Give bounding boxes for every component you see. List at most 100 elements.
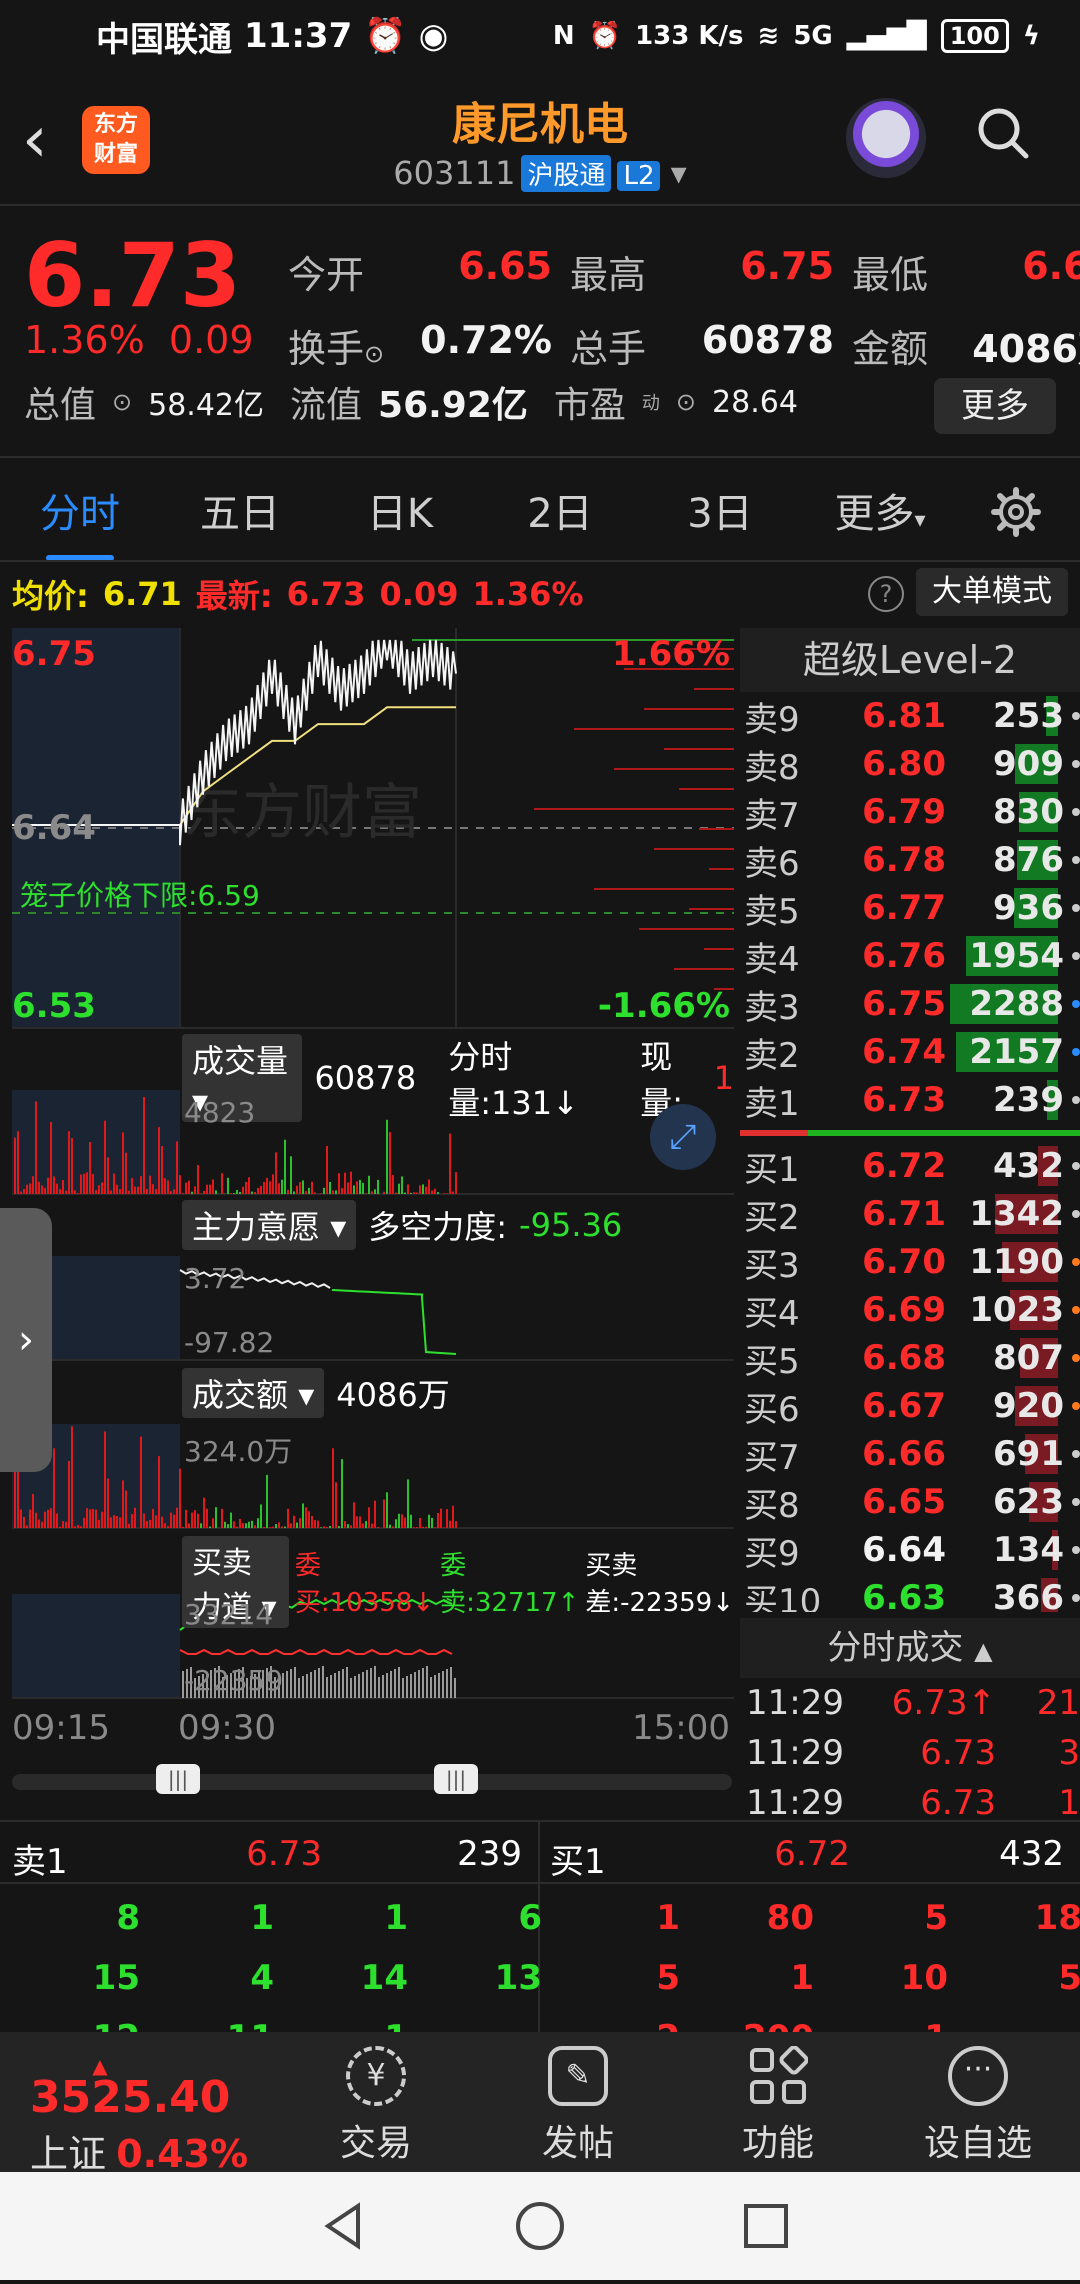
ticks-header[interactable]: 分时成交 ▲ — [740, 1618, 1080, 1678]
ask-row[interactable]: 卖96.81253 — [740, 692, 1080, 740]
queue-order-size: 8 — [40, 1898, 140, 1938]
nav-functions[interactable]: 功能 — [708, 2046, 848, 2166]
bid-volume: 432 — [946, 1146, 1064, 1186]
intraday-chart-area[interactable]: 东方财富 6.75 6.64 6.53 1.66% -1.66% 笼子价格下限:… — [12, 628, 734, 1778]
bid-row[interactable]: 买36.701190 — [740, 1238, 1080, 1286]
bid-row[interactable]: 买76.66691 — [740, 1430, 1080, 1478]
bar — [410, 1515, 412, 1528]
bar — [158, 1456, 160, 1528]
bid-row[interactable]: 买46.691023 — [740, 1286, 1080, 1334]
tab-daily-k[interactable]: 日K — [320, 481, 480, 539]
bar — [452, 1506, 454, 1528]
ask-indicator-dot — [1072, 1048, 1080, 1056]
tab-two-day[interactable]: 2日 — [480, 481, 640, 539]
bar — [287, 1190, 289, 1194]
bar — [344, 1521, 346, 1528]
robot-assistant-icon[interactable] — [846, 98, 926, 178]
ask-row[interactable]: 卖46.761954 — [740, 932, 1080, 980]
ask-row[interactable]: 卖66.78876 — [740, 836, 1080, 884]
home-icon[interactable] — [518, 2204, 562, 2248]
bar — [146, 1189, 148, 1194]
ask-row[interactable]: 卖56.77936 — [740, 884, 1080, 932]
bid-row[interactable]: 买106.63366 — [740, 1574, 1080, 1612]
side-drawer-handle[interactable]: › — [0, 1208, 52, 1472]
tick-row: 11:296.73↑21 — [740, 1678, 1080, 1728]
open-label: 今开 — [288, 244, 364, 299]
bar — [71, 1426, 73, 1528]
bar — [137, 1187, 139, 1194]
bar — [116, 1185, 118, 1194]
ask-level-label: 卖9 — [740, 692, 826, 741]
nav-watchlist[interactable]: ··· 设自选 — [908, 2046, 1048, 2166]
buy-sell-bottom: -22359 — [184, 1664, 283, 1697]
bid-row[interactable]: 买16.72432 — [740, 1142, 1080, 1190]
time-range-slider[interactable]: ||| ||| — [12, 1774, 732, 1790]
diff-bar — [454, 1678, 456, 1698]
slider-handle-left[interactable]: ||| — [156, 1764, 200, 1794]
bar — [41, 1185, 43, 1194]
bar — [347, 1183, 349, 1194]
bar — [287, 1509, 289, 1528]
system-nav-bar — [0, 2172, 1080, 2280]
main-force-selector[interactable]: 主力意愿 ▾ — [182, 1200, 356, 1250]
ask-volume: 2157 — [946, 1032, 1064, 1072]
nav-trade[interactable]: ¥ 交易 — [306, 2046, 446, 2166]
ask-level-label: 卖5 — [740, 884, 826, 933]
bar — [395, 1193, 397, 1194]
bar — [98, 1185, 100, 1194]
info-icon[interactable]: ⊙ — [676, 388, 696, 416]
bar — [413, 1192, 415, 1194]
ask-row[interactable]: 卖76.79830 — [740, 788, 1080, 836]
bar — [368, 1507, 370, 1528]
amount-selector[interactable]: 成交额 ▾ — [182, 1368, 324, 1418]
ask-row[interactable]: 卖16.73239 — [740, 1076, 1080, 1124]
expand-icon[interactable]: ⤢ — [650, 1104, 716, 1170]
bid-level-label: 买5 — [740, 1334, 826, 1383]
help-icon[interactable]: ? — [868, 576, 904, 612]
amount-header: 成交额 ▾ 4086万 — [182, 1368, 450, 1418]
bid-row[interactable]: 买26.711342 — [740, 1190, 1080, 1238]
gear-icon[interactable] — [990, 486, 1042, 538]
info-icon[interactable]: ⊙ — [112, 388, 132, 416]
bar — [359, 1180, 361, 1194]
search-icon[interactable] — [976, 106, 1030, 160]
nav-post[interactable]: ✎ 发帖 — [508, 2046, 648, 2166]
pe-value: 28.64 — [712, 385, 798, 420]
change-percent: 1.36% — [24, 318, 145, 362]
bar — [236, 1190, 238, 1194]
bid-row[interactable]: 买86.65623 — [740, 1478, 1080, 1526]
ask-row[interactable]: 卖36.752288 — [740, 980, 1080, 1028]
ask-price: 6.77 — [826, 888, 946, 928]
diff-bar — [398, 1667, 400, 1698]
bar — [239, 1519, 241, 1528]
sell-orders: 委卖:32717↑ — [440, 1545, 579, 1619]
big-order-mode-button[interactable]: 大单模式 — [916, 568, 1068, 616]
bar — [323, 1526, 325, 1528]
ask-volume: 830 — [946, 792, 1064, 832]
bar — [143, 1097, 145, 1194]
ask-price: 6.75 — [826, 984, 946, 1024]
bar — [17, 1131, 19, 1194]
bar — [17, 1464, 19, 1528]
ask-row[interactable]: 卖86.80909 — [740, 740, 1080, 788]
bar — [389, 1132, 391, 1194]
recents-icon[interactable] — [746, 2206, 786, 2246]
bid-row[interactable]: 买96.64134 — [740, 1526, 1080, 1574]
ask-row[interactable]: 卖26.742157 — [740, 1028, 1080, 1076]
bid-row[interactable]: 买66.67920 — [740, 1382, 1080, 1430]
bid-row[interactable]: 买56.68807 — [740, 1334, 1080, 1382]
depth-bar — [654, 848, 734, 850]
back-icon[interactable] — [328, 2206, 358, 2246]
more-button[interactable]: 更多 — [934, 378, 1056, 434]
pe-dynamic-mark: 动 — [642, 389, 660, 415]
slider-handle-right[interactable]: ||| — [434, 1764, 478, 1794]
bar — [311, 1516, 313, 1528]
tab-more[interactable]: 更多▾ — [800, 481, 960, 539]
bar — [419, 1185, 421, 1194]
index-widget[interactable]: ▲ 3525.40 上证 0.43% — [30, 2060, 248, 2178]
tab-intraday[interactable]: 分时 — [0, 481, 160, 539]
info-icon[interactable]: ⊙ — [364, 340, 384, 368]
tab-three-day[interactable]: 3日 — [640, 481, 800, 539]
force-value: -95.36 — [519, 1206, 622, 1244]
tab-five-day[interactable]: 五日 — [160, 481, 320, 539]
